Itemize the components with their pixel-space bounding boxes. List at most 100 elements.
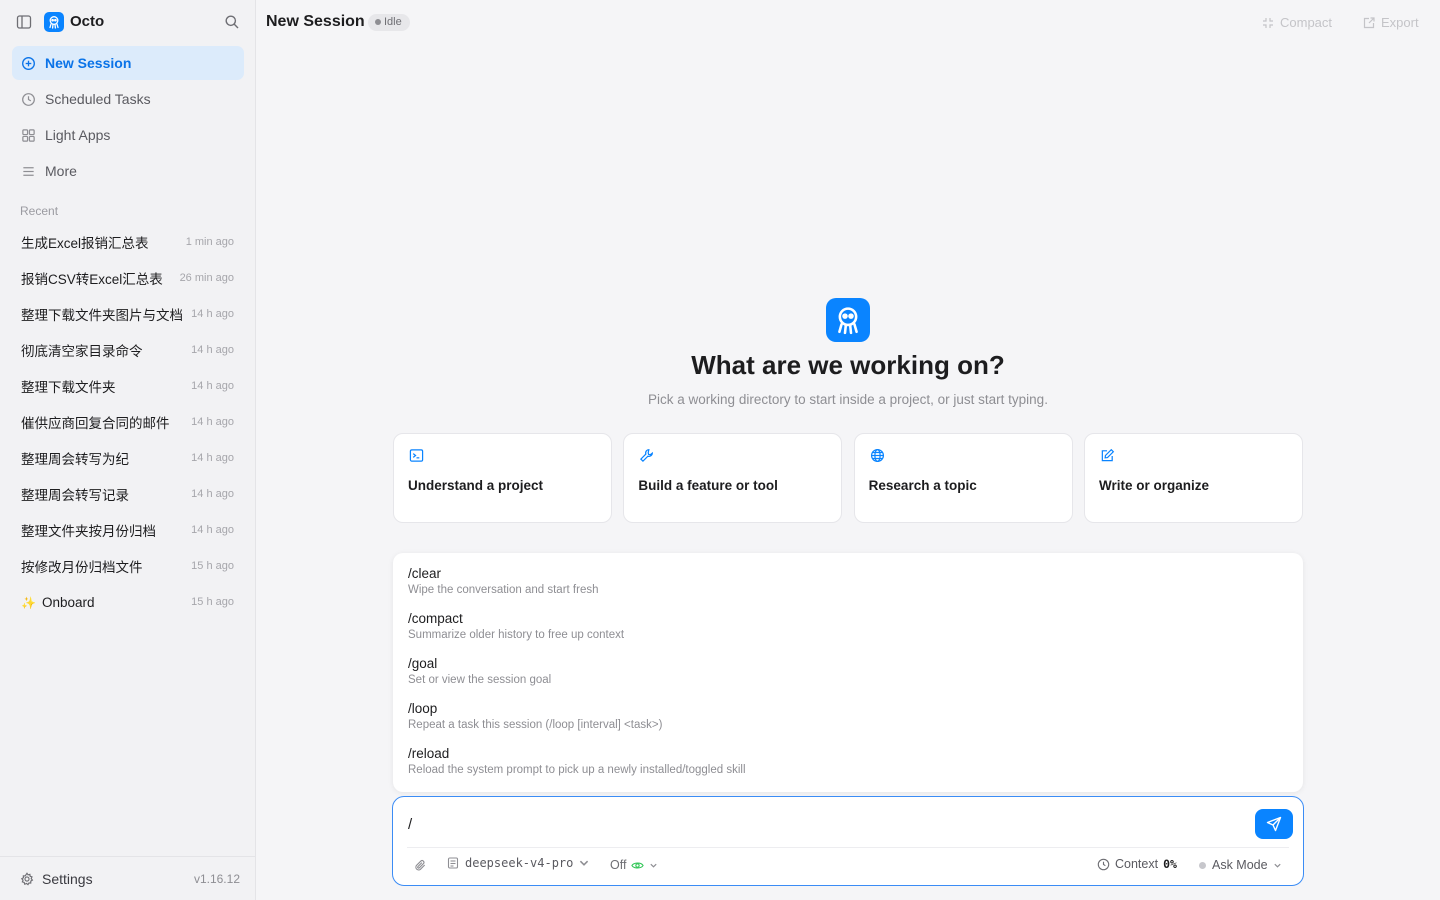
recent-item-title: 整理下载文件夹 [21,380,116,395]
mode-dot-icon [1199,861,1206,869]
chevron-down-icon [650,863,658,868]
sidebar-item-light-apps[interactable]: Light Apps [12,118,244,152]
recent-item-title: 整理周会转写为纪 [21,452,129,467]
mode-selector[interactable]: Ask Mode [1199,858,1282,872]
card-understand-project[interactable]: Understand a project [393,433,612,523]
sidebar-header: Octo [0,0,256,44]
command-desc: Repeat a task this session (/loop [inter… [408,719,663,731]
card-research-topic[interactable]: Research a topic [853,433,1073,523]
recent-item-title: 按修改月份归档文件 [21,560,143,575]
topbar: New Session Idle Compact Export [256,0,1440,44]
sidebar-item-scheduled-tasks[interactable]: Scheduled Tasks [12,82,244,116]
settings-button[interactable]: Settings [20,871,93,887]
command-item-goal[interactable]: /goal Set or view the session goal [393,655,1303,700]
menu-icon [23,166,34,176]
sidebar-item-label: Scheduled Tasks [45,91,151,107]
recent-item[interactable]: 整理周会转写为纪 14 h ago [12,440,244,476]
recent-item[interactable]: 报销CSV转Excel汇总表 26 min ago [12,260,244,296]
recent-item[interactable]: 按修改月份归档文件 15 h ago [12,548,244,584]
command-item-clear[interactable]: /clear Wipe the conversation and start fr… [393,565,1303,610]
recent-item-title-text: Onboard [41,594,95,610]
settings-label: Settings [42,870,93,887]
composer: deepseek-v4-pro Off Context 0% Ask Mode [392,796,1304,886]
recent-item[interactable]: 整理文件夹按月份归档 14 h ago [12,512,244,548]
recent-item[interactable]: 生成Excel报销汇总表 1 min ago [12,224,244,260]
command-name: /clear [408,566,442,581]
hero-title: What are we working on? [691,350,1005,380]
card-label: Build a feature or tool [638,478,778,493]
sidebar-item-new-session[interactable]: New Session [12,46,244,80]
command-item-loop[interactable]: /loop Repeat a task this session (/loop [… [393,700,1303,745]
card-build-feature[interactable]: Build a feature or tool [623,433,843,523]
composer-divider [407,847,1289,848]
plus-circle-icon [22,56,35,70]
command-desc: Reload the system prompt to pick up a ne… [408,764,746,776]
recent-item[interactable]: 整理下载文件夹 14 h ago [12,368,244,404]
compact-button[interactable]: Compact [1262,15,1332,30]
sidebar-item-label: More [45,163,77,179]
grid-icon [22,128,35,142]
status-badge: Idle [368,14,410,31]
recent-item-title: 彻底清空家目录命令 [21,344,143,359]
recent-item[interactable]: 整理周会转写记录 14 h ago [12,476,244,512]
recent-item-time: 14 h ago [191,380,234,392]
card-label: Research a topic [868,478,977,493]
recent-item-time: 14 h ago [191,344,234,356]
send-button[interactable] [1255,809,1293,839]
thinking-toggle[interactable]: Off [610,858,658,872]
recent-item-time: 14 h ago [191,308,234,320]
export-label: Export [1381,15,1419,30]
recent-item-title: ✨ Onboard [21,595,95,610]
clock-icon [1097,858,1110,870]
recent-item[interactable]: ✨ Onboard 15 h ago [12,584,244,620]
command-desc: Set or view the session goal [408,674,552,686]
compact-label: Compact [1280,15,1333,30]
recent-item-time: 26 min ago [179,272,234,284]
recent-heading: Recent [20,204,59,218]
chevron-down-icon [580,860,589,866]
gear-icon [20,871,34,885]
command-item-reload[interactable]: /reload Reload the system prompt to pick … [393,745,1303,790]
eye-icon [631,862,645,868]
model-selector[interactable]: deepseek-v4-pro [447,856,596,870]
recent-item-time: 15 h ago [191,560,234,572]
card-write-organize[interactable]: Write or organize [1083,433,1303,523]
paperclip-icon[interactable] [414,859,427,872]
sidebar-nav: New Session Scheduled Tasks Light Apps M… [12,46,244,190]
command-item-compact[interactable]: /compact Summarize older history to free … [393,610,1303,655]
recent-item-time: 14 h ago [191,416,234,428]
slash-command-menu: /clear Wipe the conversation and start fr… [393,553,1303,792]
main-area: New Session Idle Compact Export What are… [256,0,1440,900]
globe-icon [870,448,884,463]
recent-list: 生成Excel报销汇总表 1 min ago 报销CSV转Excel汇总表 26 m… [12,224,244,620]
recent-item[interactable]: 彻底清空家目录命令 14 h ago [12,332,244,368]
context-label: Context [1115,857,1159,871]
recent-item-title: 生成Excel报销汇总表 [21,236,149,251]
sidebar-item-label: New Session [45,55,132,71]
recent-item-title: 整理下载文件夹图片与文档 [21,308,183,323]
suggestion-cards: Understand a project Build a feature or … [393,433,1303,523]
recent-item-title: 整理周会转写记录 [21,488,129,503]
sidebar-item-label: Light Apps [45,127,111,143]
recent-item-time: 14 h ago [191,488,234,500]
octo-hero-logo-icon [826,298,870,342]
recent-item-title: 报销CSV转Excel汇总表 [21,272,163,287]
message-input[interactable] [408,813,1238,835]
command-name: /compact [408,611,463,626]
recent-item-title: 整理文件夹按月份归档 [21,524,156,539]
app-version: v1.16.12 [193,871,240,886]
recent-item[interactable]: 催供应商回复合同的邮件 14 h ago [12,404,244,440]
octo-logo-icon [44,12,64,32]
app-name: Octo [70,13,105,30]
recent-item[interactable]: 整理下载文件夹图片与文档 14 h ago [12,296,244,332]
hero-subtitle: Pick a working directory to start inside… [648,392,1048,407]
page-title: New Session [266,13,365,30]
sidebar-item-more[interactable]: More [12,154,244,188]
sidebar-toggle-icon[interactable] [16,14,32,30]
command-name: /goal [408,656,438,671]
command-name: /reload [408,746,450,761]
search-icon[interactable] [224,14,240,30]
model-icon [447,857,459,869]
export-button[interactable]: Export [1363,15,1419,30]
command-name: /loop [408,701,438,716]
